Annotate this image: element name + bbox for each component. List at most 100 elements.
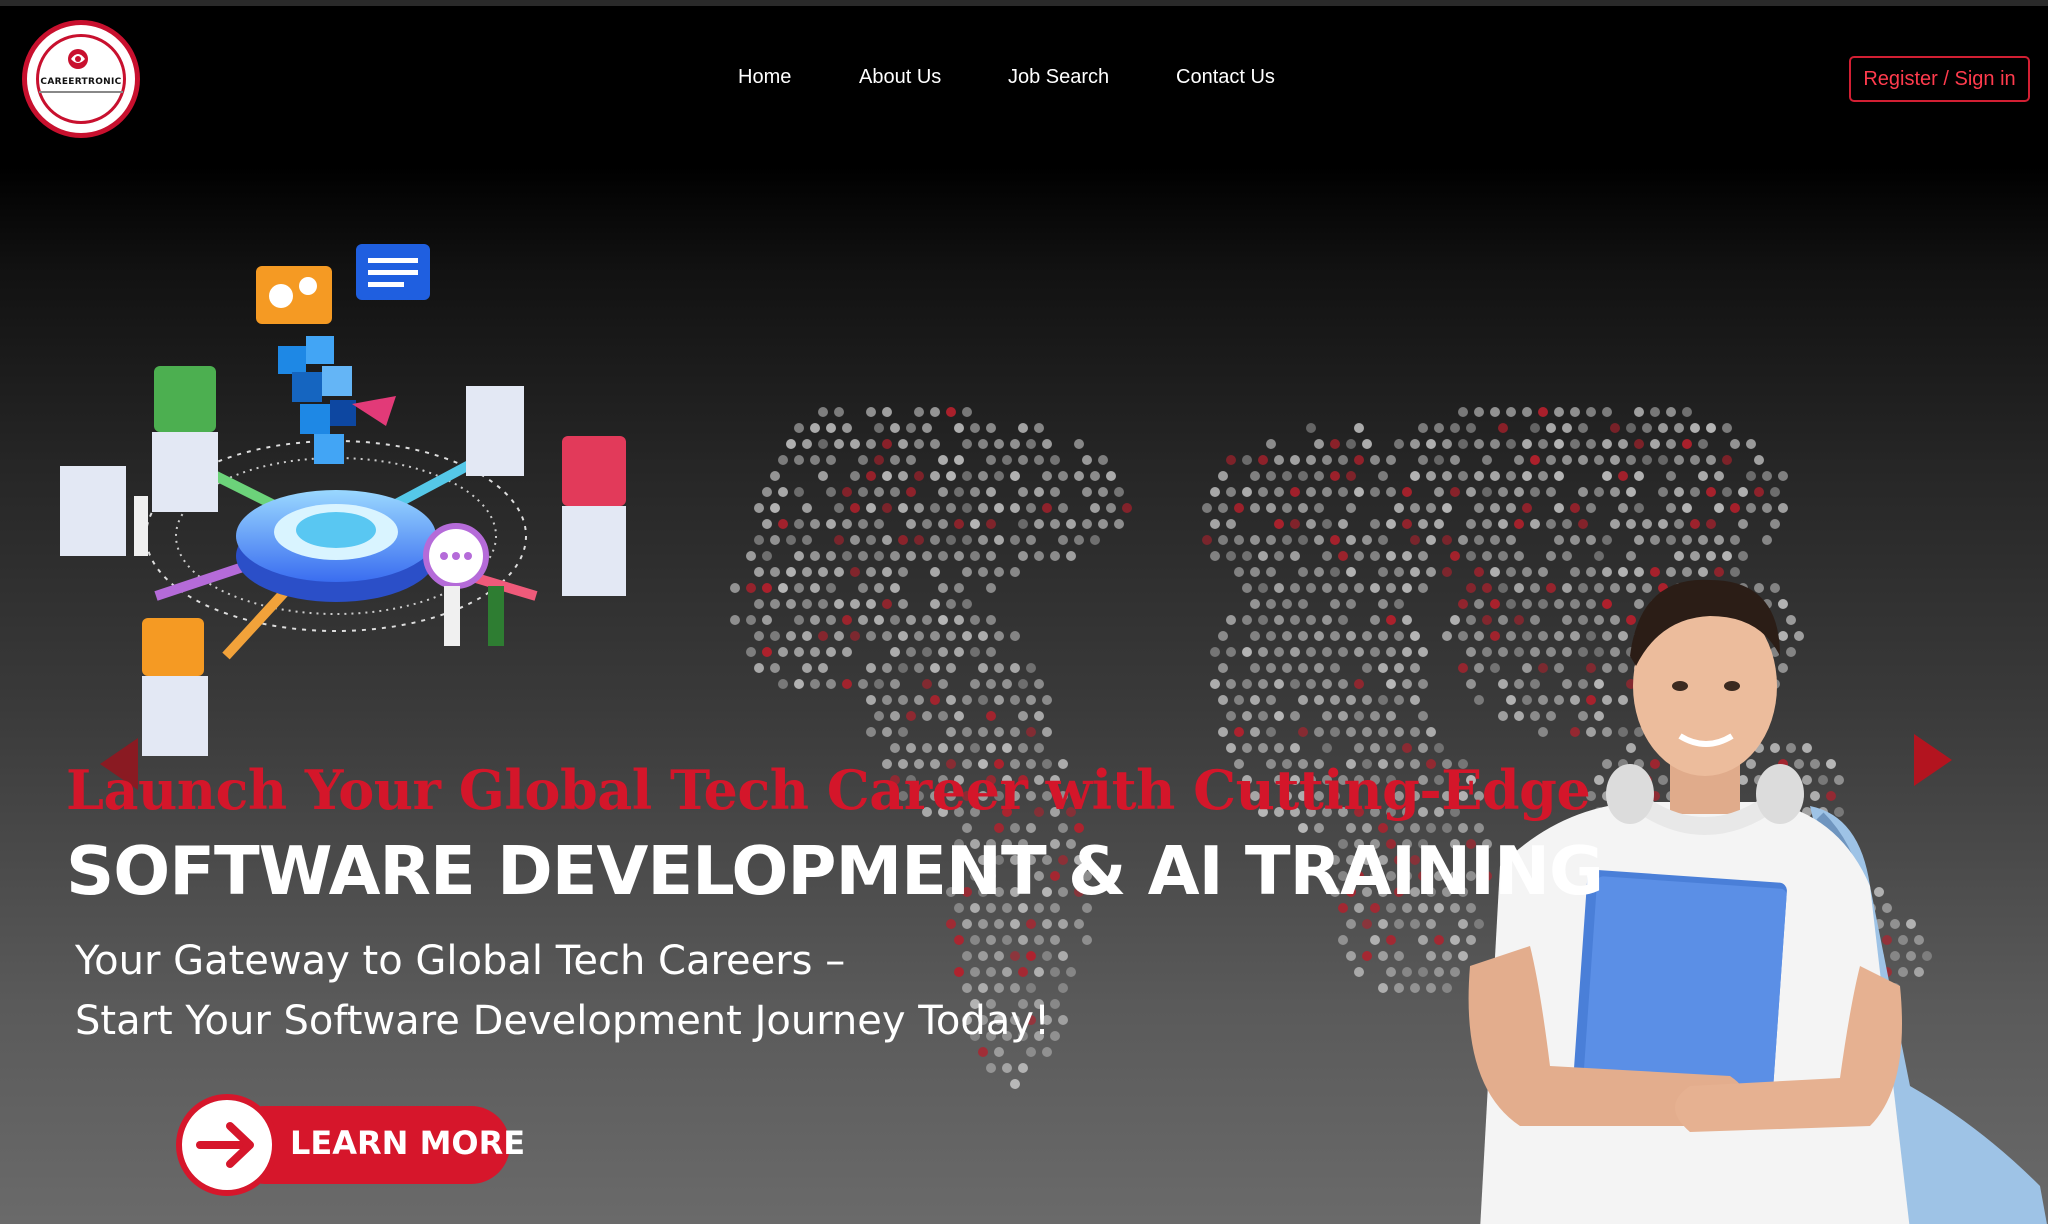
map-dot [946, 407, 956, 417]
learn-more-button[interactable]: LEARN MORE [176, 1094, 525, 1196]
map-dot [746, 551, 756, 561]
map-dot [978, 631, 988, 641]
map-dot [1066, 519, 1076, 529]
map-dot [1282, 471, 1292, 481]
map-dot [1002, 935, 1012, 945]
map-dot [1530, 519, 1540, 529]
map-dot [810, 551, 820, 561]
map-dot [866, 599, 876, 609]
map-dot [1290, 711, 1300, 721]
map-dot [938, 679, 948, 689]
map-dot [938, 615, 948, 625]
map-dot [818, 631, 828, 641]
map-dot [978, 567, 988, 577]
map-dot [1242, 711, 1252, 721]
map-dot [946, 727, 956, 737]
map-dot [1410, 631, 1420, 641]
next-arrow-icon[interactable] [1914, 734, 1952, 786]
map-dot [1378, 919, 1388, 929]
map-dot [1354, 711, 1364, 721]
map-dot [1546, 423, 1556, 433]
map-dot [786, 439, 796, 449]
map-dot [1490, 535, 1500, 545]
map-dot [1250, 503, 1260, 513]
map-dot [770, 567, 780, 577]
map-dot [1426, 983, 1436, 993]
map-dot [1034, 455, 1044, 465]
map-dot [962, 919, 972, 929]
map-dot [1410, 439, 1420, 449]
map-dot [1042, 471, 1052, 481]
map-dot [890, 583, 900, 593]
map-dot [1674, 519, 1684, 529]
map-dot [858, 519, 868, 529]
map-dot [1066, 967, 1076, 977]
map-dot [1610, 455, 1620, 465]
map-dot [1250, 727, 1260, 737]
map-dot [1394, 727, 1404, 737]
map-dot [826, 487, 836, 497]
map-dot [1290, 487, 1300, 497]
map-dot [898, 439, 908, 449]
map-dot [1074, 439, 1084, 449]
map-dot [1562, 551, 1572, 561]
map-dot [1010, 535, 1020, 545]
map-dot [1386, 647, 1396, 657]
map-dot [1762, 535, 1772, 545]
map-dot [1010, 695, 1020, 705]
map-dot [898, 503, 908, 513]
map-dot [1338, 519, 1348, 529]
map-dot [1306, 455, 1316, 465]
map-dot [1474, 439, 1484, 449]
hero-subtitle-line-2: Start Your Software Development Journey … [75, 998, 1050, 1044]
nav-home[interactable]: Home [738, 66, 791, 89]
map-dot [1458, 439, 1468, 449]
nav-about-us[interactable]: About Us [859, 66, 941, 89]
map-dot [1234, 695, 1244, 705]
map-dot [762, 647, 772, 657]
map-dot [1450, 487, 1460, 497]
map-dot [1722, 423, 1732, 433]
map-dot [986, 967, 996, 977]
map-dot [1626, 423, 1636, 433]
nav-job-search[interactable]: Job Search [1008, 66, 1109, 89]
map-dot [1098, 455, 1108, 465]
map-dot [1266, 695, 1276, 705]
map-dot [906, 551, 916, 561]
map-dot [1338, 487, 1348, 497]
map-dot [762, 487, 772, 497]
map-dot [730, 615, 740, 625]
map-dot [1346, 535, 1356, 545]
map-dot [1018, 967, 1028, 977]
map-dot [1290, 519, 1300, 529]
map-dot [962, 695, 972, 705]
map-dot [1466, 519, 1476, 529]
map-dot [818, 471, 828, 481]
register-sign-in-button[interactable]: Register / Sign in [1849, 56, 2030, 102]
map-dot [1354, 487, 1364, 497]
map-dot [1514, 519, 1524, 529]
map-dot [922, 551, 932, 561]
map-dot [1026, 919, 1036, 929]
map-dot [1314, 471, 1324, 481]
map-dot [914, 407, 924, 417]
map-dot [978, 535, 988, 545]
map-dot [1626, 455, 1636, 465]
map-dot [826, 455, 836, 465]
nav-contact-us[interactable]: Contact Us [1176, 66, 1275, 89]
map-dot [962, 567, 972, 577]
map-dot [1026, 535, 1036, 545]
map-dot [1234, 535, 1244, 545]
map-dot [1330, 663, 1340, 673]
map-dot [1226, 711, 1236, 721]
map-dot [1330, 695, 1340, 705]
map-dot [1546, 519, 1556, 529]
map-dot [754, 535, 764, 545]
map-dot [1378, 951, 1388, 961]
map-dot [1226, 519, 1236, 529]
map-dot [962, 599, 972, 609]
map-dot [1378, 695, 1388, 705]
map-dot [1314, 631, 1324, 641]
map-dot [1010, 567, 1020, 577]
map-dot [1458, 471, 1468, 481]
